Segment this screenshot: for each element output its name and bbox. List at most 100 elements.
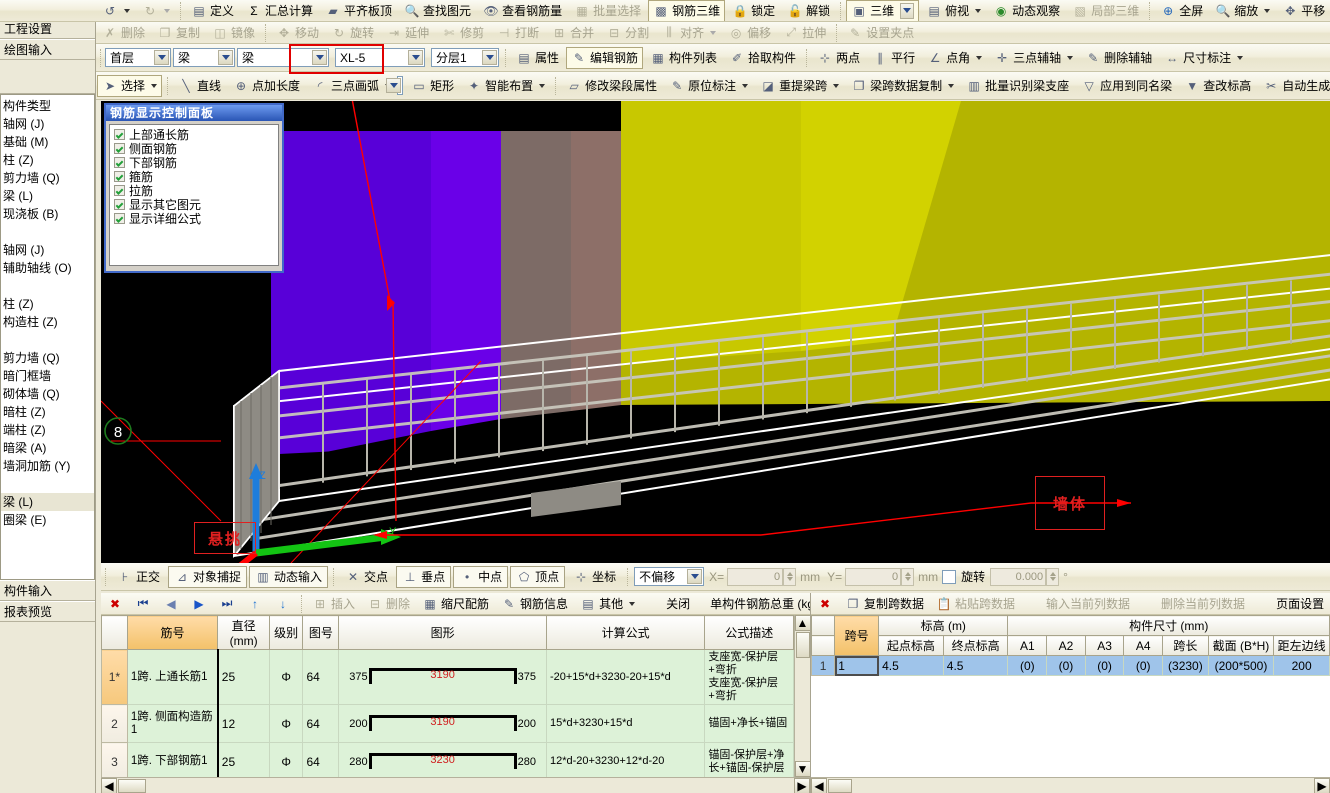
column-header-6[interactable]: 计算公式 <box>545 615 706 650</box>
chevron-down-icon[interactable] <box>629 601 636 606</box>
sidebar-item-20[interactable]: 墙洞加筋 (Y) <box>1 457 94 475</box>
cell-formula[interactable]: 15*d+3230+15*d <box>545 704 706 743</box>
column-header-7[interactable]: 公式描述 <box>704 615 794 650</box>
toolbar-button-edit-beam[interactable]: ▱ 修改梁段属性 <box>561 75 662 97</box>
edit-toolbar[interactable]: ✗ 删除 ❐ 复制 ◫ 镜像 ✥ 移动 ↻ 旋转 ⇥ 延伸 ✄ 修剪 ⊣ 打断 ⊞ 合并 ⊟ 分割 ⫼ 对齐 ◎ 偏移 ⤢ 拉伸 ✎… <box>96 22 1330 44</box>
rotate-input[interactable]: 0.000 <box>990 567 1047 586</box>
sidebar-item-11[interactable]: 柱 (Z) <box>1 295 94 313</box>
toolbar-button-lock[interactable]: 🔒 锁定 <box>727 0 780 21</box>
toolbar-button-arc[interactable]: ◜ 三点画弧 <box>307 75 396 97</box>
draw-option-select[interactable] <box>386 76 404 95</box>
cell-rebar-name[interactable]: 1跨. 下部钢筋1 <box>126 742 219 777</box>
pane-button-last-record[interactable]: ⏭ <box>214 593 240 614</box>
snap-toggle-midpoint[interactable]: • 中点 <box>453 565 509 588</box>
sidebar-item-2[interactable]: 基础 (M) <box>1 133 94 151</box>
scroll-left-icon[interactable]: ◀ <box>811 777 827 793</box>
chevron-down-icon[interactable] <box>900 2 915 19</box>
cell-description[interactable]: 支座宽-保护层+弯折 支座宽-保护层+弯折 <box>704 649 794 705</box>
pane-button-close-red[interactable]: ✖ <box>102 593 128 614</box>
cell-drawing-no[interactable]: 64 <box>302 649 340 705</box>
toolbar-button-zoom[interactable]: 🔍 缩放 <box>1210 0 1275 21</box>
snap-toggle-perpendicular[interactable]: ⊥ 垂点 <box>396 565 452 588</box>
column-header-4[interactable]: A3 <box>1084 635 1125 656</box>
main-toolbar[interactable]: ↺ ↻ ▤ 定义 Σ 汇总计算 ▰ 平齐板顶 🔍 查找图元 👁 查看钢筋量 ▦ 批量选择 ▩ 钢筋三维 🔒 锁定 🔓… <box>96 0 1330 22</box>
column-header-2[interactable]: A1 <box>1007 635 1048 656</box>
tree-header[interactable]: 构件类型 <box>1 97 94 115</box>
snap-toggle-intersection[interactable]: ✕ 交点 <box>339 566 394 588</box>
toolbar-button-unlock[interactable]: 🔓 解锁 <box>782 0 835 21</box>
checkbox-checked-icon[interactable] <box>114 156 125 168</box>
row-index[interactable]: 1* <box>101 649 128 705</box>
toolbar-button-edit-rebar[interactable]: ✎ 编辑钢筋 <box>566 46 644 69</box>
scroll-right-icon[interactable]: ▶ <box>794 777 810 793</box>
toolbar-button-dimension[interactable]: ↔ 尺寸标注 <box>1159 47 1248 69</box>
checkbox-checked-icon[interactable] <box>114 198 125 210</box>
cell-起点标高[interactable]: 4.5 <box>878 655 944 676</box>
chevron-down-icon[interactable] <box>1237 55 1244 60</box>
table-row[interactable]: 3 1跨. 下部钢筋1 25 Φ 64 280 3230 280 12*d-20+3230+12… <box>101 742 794 777</box>
row-index[interactable]: 1 <box>811 655 836 676</box>
pane-button-copy-span[interactable]: ❐ 复制跨数据 <box>840 593 929 614</box>
chevron-down-icon[interactable] <box>408 50 423 65</box>
toolbar-button-pick-component[interactable]: ✐ 拾取构件 <box>724 47 801 69</box>
sidebar-item-9[interactable]: 辅助轴线 (O) <box>1 259 94 277</box>
toolbar-button-batch-support[interactable]: ▥ 批量识别梁支座 <box>961 75 1074 97</box>
pane-button-other[interactable]: ▤ 其他 <box>575 593 640 614</box>
snap-toggle-osnap[interactable]: ⊿ 对象捕捉 <box>168 565 248 588</box>
span-table[interactable]: 跨号 标高 (m) 构件尺寸 (mm) 起点标高 终点标高 A1 A2 A3 A4 跨长 截面 (B… <box>811 615 1330 676</box>
column-header-0[interactable] <box>101 615 128 650</box>
component-tree[interactable]: 构件类型 轴网 (J) 基础 (M) 柱 (Z) 剪力墙 (Q) 梁 (L) 现浇板 (B)… <box>0 94 95 580</box>
rebar-table-hscrollbar[interactable]: ◀ ▶ <box>101 777 810 793</box>
sidebar-item-16[interactable]: 砌体墙 (Q) <box>1 385 94 403</box>
scroll-down-icon[interactable]: ▼ <box>794 761 810 777</box>
sidebar-item-4[interactable]: 剪力墙 (Q) <box>1 169 94 187</box>
subcategory-select[interactable]: 梁 <box>237 48 329 67</box>
checkbox-checked-icon[interactable] <box>114 212 125 224</box>
cell-drawing-no[interactable]: 64 <box>302 742 340 777</box>
chevron-down-icon[interactable] <box>687 569 703 584</box>
toolbar-button-line[interactable]: ╲ 直线 <box>173 75 226 97</box>
toolbar-button-pan[interactable]: ✥ 平移 <box>1277 0 1330 21</box>
table-row[interactable]: 2 1跨. 侧面构造筋1 12 Φ 64 200 3190 200 15*d+3230+15*d… <box>101 704 794 743</box>
rotate-checkbox[interactable] <box>942 569 957 584</box>
column-header-3[interactable]: 级别 <box>268 615 304 650</box>
row-index[interactable]: 2 <box>101 704 128 743</box>
pane-button-rebar-info[interactable]: ✎ 钢筋信息 <box>496 593 573 614</box>
column-header-5[interactable]: A4 <box>1123 635 1164 656</box>
column-header-6[interactable]: 跨长 <box>1162 635 1209 656</box>
toolbar-button-sigma[interactable]: Σ 汇总计算 <box>241 0 318 21</box>
chevron-down-icon[interactable] <box>833 83 840 88</box>
snap-toggle-dyninput[interactable]: ▥ 动态输入 <box>249 565 329 588</box>
toolbar-button-property[interactable]: ▤ 属性 <box>511 47 564 69</box>
toolbar-button-orbit[interactable]: ◉ 动态观察 <box>988 0 1065 21</box>
scroll-thumb[interactable] <box>828 778 852 793</box>
rebar-table-vscrollbar[interactable]: ▲ ▼ <box>794 615 810 777</box>
cell-截面 (B*H)[interactable]: (200*500) <box>1207 655 1275 676</box>
offset-mode-select[interactable]: 不偏移 <box>634 567 705 586</box>
checkbox-checked-icon[interactable] <box>114 184 125 196</box>
pane-button-scale-rebar[interactable]: ▦ 缩尺配筋 <box>417 593 494 614</box>
checkbox-checked-icon[interactable] <box>114 170 125 182</box>
cell-距左边线[interactable]: 200 <box>1273 655 1330 676</box>
pane-button-close-pane[interactable]: 关闭 <box>642 593 695 614</box>
pane-button-move-down[interactable]: ↓ <box>270 593 296 614</box>
toolbar-button-delete-axis[interactable]: ✎ 删除辅轴 <box>1080 47 1157 69</box>
chevron-down-icon[interactable] <box>386 78 402 93</box>
table-row[interactable]: 1 1 4.5 4.5 (0) (0) (0) (0) (3230) (200*500) 200 <box>811 655 1330 676</box>
toolbar-button-rect[interactable]: ▭ 矩形 <box>406 75 459 97</box>
pane-button-page-setup[interactable]: 页面设置 <box>1252 593 1329 614</box>
cell-shape[interactable]: 200 3190 200 <box>338 704 547 743</box>
rebar-edit-toolbar[interactable]: ✖ ⏮ ◀ ▶ ⏭ ↑ ↓ ⊞ 插入 ⊟ 删除 ▦ 缩尺配筋 ✎ 钢筋信息 ▤ 其他 关闭 单构件钢筋总重 (kg)… <box>101 593 810 615</box>
sidebar-item-23[interactable]: 圈梁 (E) <box>1 511 94 529</box>
column-header-1[interactable]: 终点标高 <box>942 635 1009 656</box>
draw-toolbar[interactable]: ➤ 选择 ╲ 直线 ⊕ 点加长度 ◜ 三点画弧 ▭ 矩形 ✦ 智能布置 ▱ 修改梁段属性 ✎ 原位标注 ◪ 重提梁… <box>96 72 1330 100</box>
row-index[interactable]: 3 <box>101 742 128 777</box>
toolbar-button-respan[interactable]: ◪ 重提梁跨 <box>755 75 844 97</box>
column-header-0[interactable]: 起点标高 <box>878 635 944 656</box>
chevron-down-icon[interactable] <box>948 83 955 88</box>
chevron-down-icon[interactable] <box>154 50 169 65</box>
toolbar-button-apply-same[interactable]: ▽ 应用到同名梁 <box>1076 75 1177 97</box>
toolbar-button-span-copy[interactable]: ❐ 梁跨数据复制 <box>846 75 959 97</box>
scroll-up-icon[interactable]: ▲ <box>794 615 810 631</box>
toolbar-button-auto-generate[interactable]: ✂ 自动生成 <box>1258 75 1330 97</box>
